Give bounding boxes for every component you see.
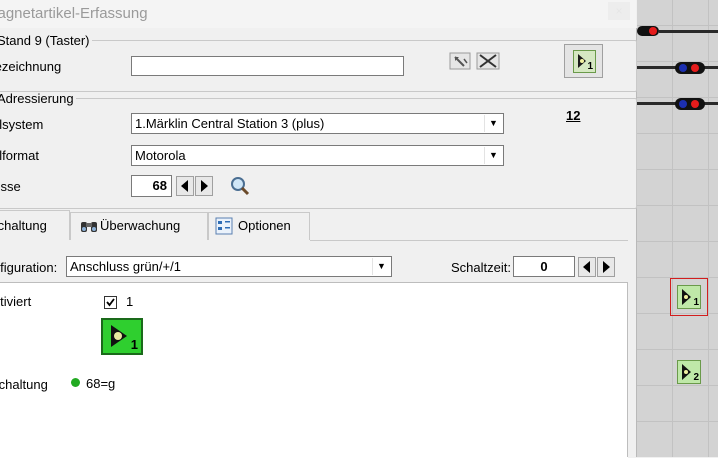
tab-schaltung[interactable]: Schaltung — [0, 210, 70, 240]
tab-optionen[interactable]: Optionen — [208, 212, 310, 240]
symbol-preview-button[interactable]: 1 — [564, 44, 603, 78]
search-button[interactable] — [228, 175, 252, 197]
number-button-label: 12 — [566, 108, 581, 123]
signal-state-button[interactable]: 1 — [101, 318, 143, 355]
checkmark-icon — [106, 298, 115, 307]
tab-ueberwachung[interactable]: Überwachung — [70, 212, 208, 240]
options-icon — [215, 217, 233, 235]
arrow-right-icon — [201, 180, 208, 192]
signal-red-blue-icon — [675, 62, 705, 74]
track-diagram[interactable]: 1 2 — [637, 0, 718, 457]
signal-state-number: 1 — [130, 337, 138, 352]
name-input[interactable] — [131, 56, 404, 76]
digitalformat-value: Motorola — [135, 148, 186, 163]
delete-icon-button[interactable] — [476, 51, 500, 73]
binoculars-icon — [81, 222, 97, 232]
disable-icon-button[interactable] — [449, 51, 473, 73]
digitalsystem-label: Digitalsystem — [0, 117, 44, 132]
signal-red-icon — [637, 26, 659, 36]
tab-optionen-label: Optionen — [238, 218, 291, 233]
tab-ueberwachung-label: Überwachung — [100, 218, 181, 233]
arrow-left-icon — [583, 261, 590, 273]
schaltzeit-label: Schaltzeit: — [451, 260, 511, 275]
cross-out-icon — [476, 52, 500, 70]
name-label: Bezeichnung — [0, 59, 62, 74]
tab-strip-line — [310, 240, 628, 241]
digitalformat-label: Digitalformat — [0, 148, 39, 163]
schaltzeit-value: 0 — [540, 259, 548, 274]
number-button[interactable]: 12 — [563, 106, 587, 130]
signal-symbol-1-number: 1 — [693, 297, 699, 308]
name-group-legend: Stand 9 (Taster) — [0, 33, 90, 48]
schaltung-label: Schaltung — [0, 377, 48, 392]
wand-disabled-icon — [449, 52, 471, 70]
config-value: Anschluss grün/+/1 — [70, 259, 181, 274]
digitalsystem-value: 1.Märklin Central Station 3 (plus) — [135, 116, 325, 131]
digitalsystem-select[interactable]: 1.Märklin Central Station 3 (plus) ▼ — [131, 113, 504, 134]
status-dot-icon — [71, 378, 80, 387]
selected-signal-frame[interactable]: 1 — [670, 278, 708, 316]
address-label: Adresse — [0, 179, 21, 194]
signal-red-blue-icon-2 — [675, 98, 705, 110]
checkbox-label: 1 — [126, 294, 134, 309]
window-title: Magnetartikel-Erfassung — [0, 5, 148, 22]
signal-symbol-2-icon[interactable]: 2 — [677, 360, 701, 384]
tab-schaltung-label: Schaltung — [0, 218, 47, 233]
tab-panel-border-right — [627, 282, 628, 457]
chevron-down-icon[interactable]: ▼ — [484, 147, 502, 164]
address-input[interactable]: 68 — [131, 175, 172, 197]
activated-label: Aktiviert — [0, 294, 32, 309]
signal-symbol-2-number: 2 — [693, 372, 699, 383]
config-select[interactable]: Anschluss grün/+/1 ▼ — [66, 256, 392, 277]
schaltzeit-prev-button[interactable] — [578, 257, 596, 277]
address-group-legend: Adressierung — [0, 91, 74, 106]
schaltung-value: 68=g — [86, 376, 116, 391]
rail-1 — [659, 30, 718, 33]
address-next-button[interactable] — [195, 176, 213, 196]
tab-panel — [0, 282, 628, 458]
address-prev-button[interactable] — [176, 176, 194, 196]
signal-symbol-1-icon: 1 — [677, 285, 701, 309]
activated-checkbox[interactable] — [104, 296, 117, 309]
address-value: 68 — [152, 178, 167, 193]
magnifier-icon — [231, 177, 250, 196]
chevron-down-icon[interactable]: ▼ — [484, 115, 502, 132]
title-bar: Magnetartikel-Erfassung × — [0, 0, 636, 28]
config-label: Konfiguration: — [0, 260, 58, 275]
schaltzeit-input[interactable]: 0 — [513, 256, 575, 277]
close-button[interactable]: × — [608, 2, 630, 20]
schaltzeit-next-button[interactable] — [597, 257, 615, 277]
digitalformat-select[interactable]: Motorola ▼ — [131, 145, 504, 166]
arrow-right-icon — [603, 261, 610, 273]
signal-symbol-icon: 1 — [573, 50, 596, 73]
arrow-left-icon — [181, 180, 188, 192]
chevron-down-icon[interactable]: ▼ — [372, 258, 390, 275]
